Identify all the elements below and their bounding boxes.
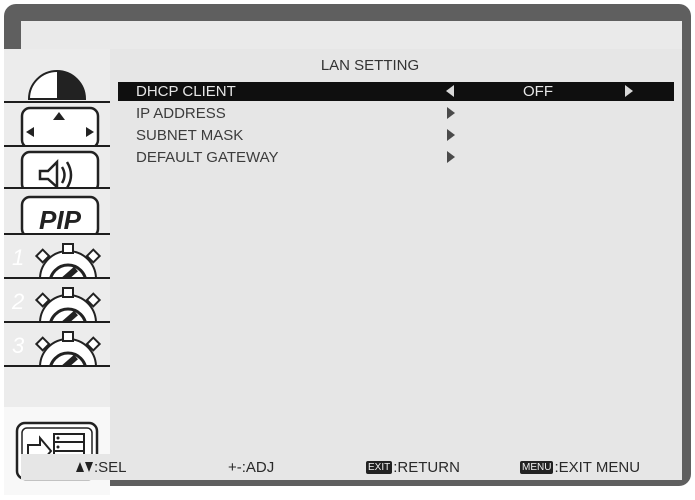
sidebar-item-screen[interactable]: [4, 103, 110, 145]
osd-sidebar: PIP 1 2 3: [4, 49, 110, 495]
menu-row-label: DHCP CLIENT: [136, 83, 236, 100]
menu-row-label: DEFAULT GATEWAY: [136, 149, 279, 166]
menu-row-dhcp-client[interactable]: DHCP CLIENT OFF: [118, 82, 674, 101]
sidebar-item-pip[interactable]: PIP: [4, 189, 110, 233]
arrow-right-icon[interactable]: [447, 107, 455, 119]
configuration-1-icon: 1: [12, 243, 102, 277]
picture-icon: [27, 64, 87, 100]
menu-row-label: IP ADDRESS: [136, 105, 226, 122]
page-title: LAN SETTING: [320, 57, 420, 74]
hint-exit-menu: MENU:EXIT MENU: [520, 459, 640, 476]
menu-row-default-gateway[interactable]: DEFAULT GATEWAY: [118, 148, 674, 167]
up-down-arrows-icon: [76, 462, 93, 472]
hint-exit-menu-text: :EXIT MENU: [554, 459, 641, 476]
menu-row-ip-address[interactable]: IP ADDRESS: [118, 104, 674, 123]
pip-icon: PIP: [20, 195, 100, 233]
configuration-3-icon: 3: [12, 331, 102, 365]
pip-icon-label: PIP: [39, 205, 82, 233]
configuration-1-number: 1: [12, 245, 24, 270]
audio-icon: [20, 150, 100, 187]
osd-main-panel: LAN SETTING DHCP CLIENT OFF IP ADDRESS S…: [110, 49, 682, 454]
osd-footer-hints: :SEL +-:ADJ EXIT:RETURN MENU:EXIT MENU: [21, 454, 682, 480]
hint-return-text: :RETURN: [393, 459, 460, 476]
dhcp-client-value: OFF: [523, 83, 553, 100]
advanced-option-icon: [15, 421, 99, 481]
sidebar-item-advanced-option[interactable]: [4, 407, 110, 495]
hint-select-text: :SEL: [94, 459, 127, 476]
configuration-2-icon: 2: [11, 287, 102, 321]
menu-row-label: SUBNET MASK: [136, 127, 244, 144]
arrow-right-icon[interactable]: [625, 85, 633, 97]
hint-adjust: +-:ADJ: [228, 459, 275, 476]
sidebar-item-audio[interactable]: [4, 147, 110, 187]
hint-return: EXIT:RETURN: [366, 459, 460, 476]
sidebar-item-configuration-2[interactable]: 2: [4, 279, 110, 321]
arrow-right-icon[interactable]: [447, 151, 455, 163]
sidebar-item-configuration-1[interactable]: 1: [4, 235, 110, 277]
osd-top-bar: [21, 21, 682, 49]
menu-key-icon: MENU: [520, 461, 554, 474]
sidebar-item-picture[interactable]: [4, 49, 110, 101]
arrow-right-icon[interactable]: [447, 129, 455, 141]
sidebar-item-configuration-3[interactable]: 3: [4, 323, 110, 365]
screen-position-icon: [20, 106, 100, 145]
osd-frame: PIP 1 2 3 LAN SETTING DHCP CLIENT OFF IP…: [4, 4, 691, 495]
menu-row-subnet-mask[interactable]: SUBNET MASK: [118, 126, 674, 145]
configuration-2-number: 2: [11, 289, 24, 314]
configuration-3-number: 3: [12, 333, 25, 358]
hint-select: :SEL: [76, 459, 127, 476]
arrow-left-icon[interactable]: [446, 85, 454, 97]
exit-key-icon: EXIT: [366, 461, 393, 474]
